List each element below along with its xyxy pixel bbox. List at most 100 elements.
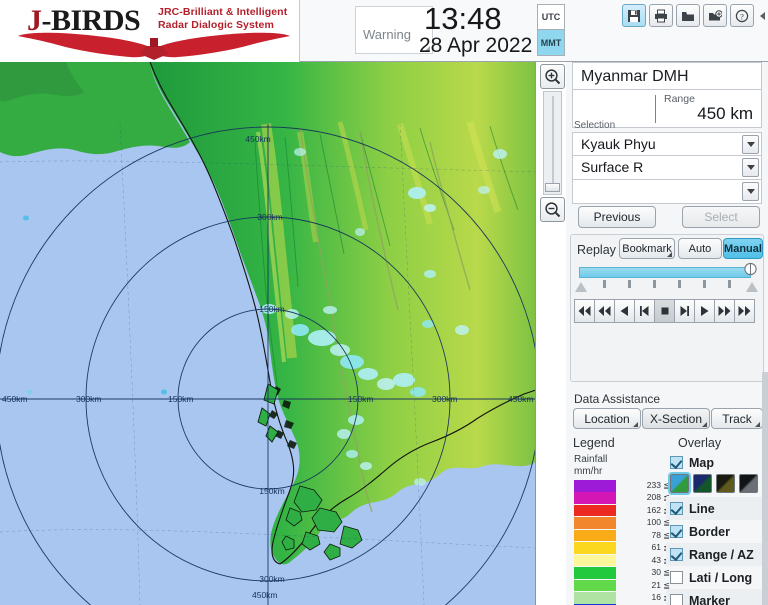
checkbox-icon[interactable]: [670, 456, 683, 469]
print-icon-button[interactable]: [649, 4, 673, 27]
track-button[interactable]: Track: [711, 408, 763, 429]
bookmark-button[interactable]: Bookmark: [619, 238, 675, 259]
checkbox-icon[interactable]: [670, 502, 683, 515]
legend-threshold-value: 162 ≦: [618, 505, 670, 516]
legend-row: 78 ≦: [574, 530, 676, 542]
x-section-menu-corner-icon: [702, 422, 707, 427]
overlay-item-lati-long[interactable]: Lati / Long: [666, 566, 766, 589]
overlay-item-label: Border: [689, 525, 730, 539]
application-header: J-BIRDS JRC-Brilliant & Intelligent Rada…: [0, 0, 768, 62]
range-label-h4: 150km: [348, 394, 374, 404]
overlay-item-map[interactable]: Map: [666, 451, 766, 474]
zoom-slider-line: [552, 96, 554, 184]
legend-unit-line1: Rainfall: [574, 454, 607, 465]
legend-row: 61 ≦: [574, 542, 676, 554]
select-button[interactable]: Select: [682, 206, 760, 228]
replay-auto-button[interactable]: Auto: [678, 238, 722, 259]
overlay-item-label: Lati / Long: [689, 571, 752, 585]
checkbox-icon[interactable]: [670, 548, 683, 561]
legend-swatch: [574, 517, 616, 529]
play-button[interactable]: [694, 299, 715, 323]
selection-extra-dropdown-arrow[interactable]: [742, 182, 759, 201]
timezone-mmt-button[interactable]: MMT: [538, 30, 564, 55]
range-label-v3: 150km: [259, 304, 285, 314]
panel-scrollbar[interactable]: [762, 372, 768, 605]
selection-dropdown-product[interactable]: Surface R: [572, 156, 762, 180]
radar-map-view[interactable]: 450km 300km 150km 150km 300km 450km 450k…: [0, 62, 536, 605]
track-label: Track: [722, 412, 752, 426]
forward-all-button[interactable]: [734, 299, 755, 323]
selection-dropdown-extra[interactable]: [572, 180, 762, 204]
range-label-h6: 450km: [508, 394, 534, 404]
replay-card: Replay Bookmark Auto Manual: [570, 234, 764, 382]
legend-swatch: [574, 492, 616, 504]
legend-row: 43 ≦: [574, 555, 676, 567]
location-button[interactable]: Location: [573, 408, 641, 429]
overlay-item-line[interactable]: Line: [666, 497, 766, 520]
overlay-item-range-az[interactable]: Range / AZ: [666, 543, 766, 566]
overlay-item-marker[interactable]: Marker: [666, 589, 766, 605]
warning-label: Warning: [363, 27, 411, 42]
forward-fast-button[interactable]: [714, 299, 735, 323]
replay-timeline-slider[interactable]: [579, 267, 751, 278]
overlay-item-label: Marker: [689, 594, 730, 605]
legend-threshold-value: 43 ≦: [618, 555, 670, 566]
folder-add-icon: [708, 9, 722, 23]
theme-dark-olive[interactable]: [716, 474, 735, 493]
magnifier-minus-icon: [544, 201, 561, 218]
rewind-fast-button[interactable]: [594, 299, 615, 323]
save-icon: [627, 9, 641, 23]
skip-forward-button[interactable]: [674, 299, 695, 323]
save-icon-button[interactable]: [622, 4, 646, 27]
rewind-all-icon: [578, 306, 591, 316]
clock-date: 28 Apr 2022: [419, 34, 532, 58]
timezone-utc-button[interactable]: UTC: [538, 5, 564, 30]
selection-dropdown-station[interactable]: Kyauk Phyu: [572, 132, 762, 156]
checkbox-icon[interactable]: [670, 594, 683, 605]
checkbox-icon[interactable]: [670, 525, 683, 538]
range-label-v4: 150km: [259, 486, 285, 496]
checkbox-icon[interactable]: [670, 571, 683, 584]
zoom-slider-thumb[interactable]: [545, 183, 560, 192]
legend-row: 30 ≦: [574, 567, 676, 579]
overlay-item-border[interactable]: Border: [666, 520, 766, 543]
range-label-bottom: 450km: [252, 590, 278, 600]
replay-manual-button[interactable]: Manual: [723, 238, 763, 259]
theme-grey[interactable]: [739, 474, 758, 493]
open-folder-icon-button[interactable]: [676, 4, 700, 27]
help-icon-button[interactable]: ?: [730, 4, 754, 27]
overlay-item-label: Range / AZ: [689, 548, 754, 562]
replay-label: Replay: [577, 243, 616, 257]
rewind-all-button[interactable]: [574, 299, 595, 323]
selection-product-dropdown-arrow[interactable]: [742, 158, 759, 177]
legend-row: 233 ≦: [574, 480, 676, 492]
previous-button[interactable]: Previous: [578, 206, 656, 228]
station-name: Myanmar DMH: [581, 68, 689, 86]
step-back-button[interactable]: [614, 299, 635, 323]
selection-station-dropdown-arrow[interactable]: [742, 135, 759, 154]
brand-logo: J-BIRDS JRC-Brilliant & Intelligent Rada…: [0, 0, 300, 62]
stop-button[interactable]: [654, 299, 675, 323]
folder-add-icon-button[interactable]: [703, 4, 727, 27]
replay-timeline-ticks: [579, 280, 759, 294]
location-menu-corner-icon: [633, 422, 638, 427]
replay-slider-knob[interactable]: [744, 262, 757, 282]
legend-threshold-value: 21 ≦: [618, 580, 670, 591]
x-section-button[interactable]: X-Section: [642, 408, 710, 429]
theme-dark-blue[interactable]: [693, 474, 712, 493]
selection-label: Selection: [574, 120, 615, 131]
skip-back-button[interactable]: [634, 299, 655, 323]
zoom-in-button[interactable]: [540, 64, 565, 89]
toolbar-collapse-arrow-icon[interactable]: [760, 12, 765, 20]
timezone-toggle[interactable]: UTC MMT: [537, 4, 565, 56]
x-section-label: X-Section: [650, 412, 702, 426]
theme-green-blue[interactable]: [670, 474, 689, 493]
legend-threshold-value: 30 ≦: [618, 567, 670, 578]
zoom-out-button[interactable]: [540, 197, 565, 222]
legend-row: 21 ≦: [574, 580, 676, 592]
range-label-v1: 450km: [245, 134, 271, 144]
zoom-slider-track[interactable]: [543, 91, 562, 195]
legend-threshold-value: 16 ≦: [618, 592, 670, 603]
legend-swatch: [574, 592, 616, 604]
legend-unit-line2: mm/hr: [574, 466, 602, 477]
